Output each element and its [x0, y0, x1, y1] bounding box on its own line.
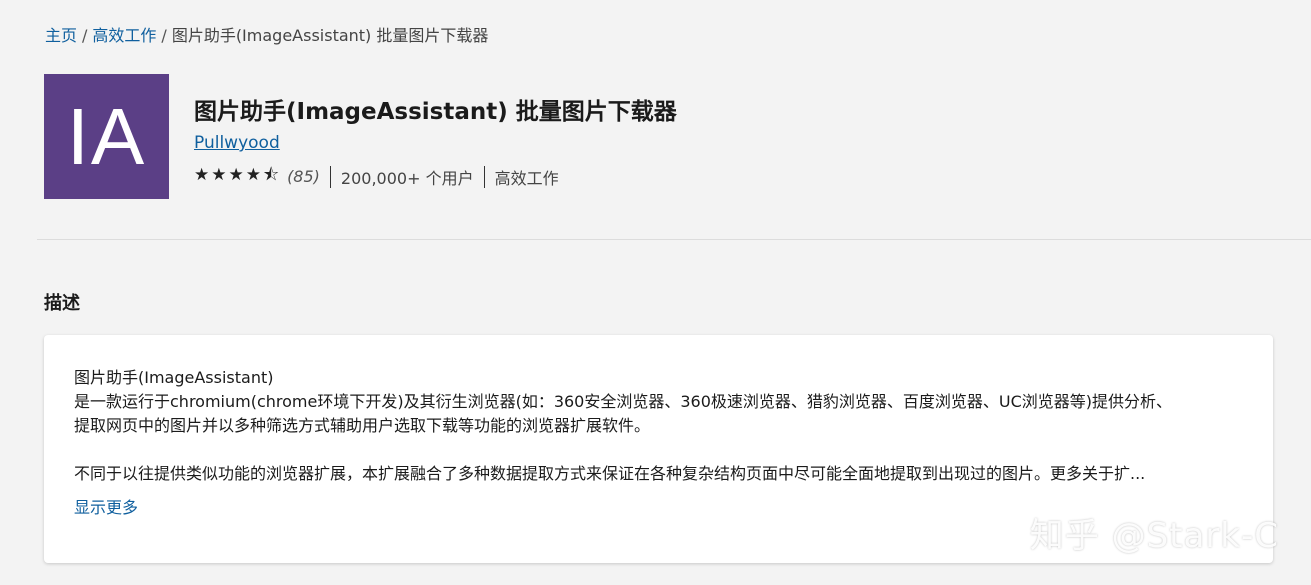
rating-count[interactable]: (85) — [287, 167, 320, 186]
meta-divider — [483, 165, 485, 188]
description-line: 不同于以往提供类似功能的浏览器扩展，本扩展融合了多种数据提取方式来保证在各种复杂… — [74, 464, 1146, 483]
breadcrumb: 主页 / 高效工作 / 图片助手(ImageAssistant) 批量图片下载器 — [45, 22, 488, 46]
meta-divider — [329, 165, 331, 188]
description-line: 是一款运行于chromium(chrome环境下开发)及其衍生浏览器(如：360… — [74, 392, 1173, 411]
header-divider — [37, 239, 1311, 240]
extension-logo-text: IA — [66, 91, 147, 181]
extension-logo: IA — [44, 74, 169, 199]
extension-meta: ★★★★⯪ (85) 200,000+ 个用户 高效工作 — [194, 162, 559, 191]
publisher-link[interactable]: Pullwyood — [194, 133, 280, 153]
show-more-link[interactable]: 显示更多 — [74, 496, 138, 520]
description-heading: 描述 — [44, 293, 80, 314]
watermark: 知乎 @Stark-C — [1029, 516, 1279, 556]
user-count: 200,000+ 个用户 — [340, 168, 474, 188]
description-line: 提取网页中的图片并以多种筛选方式辅助用户选取下载等功能的浏览器扩展软件。 — [74, 416, 651, 435]
extension-title: 图片助手(ImageAssistant) 批量图片下载器 — [194, 99, 677, 125]
breadcrumb-current: 图片助手(ImageAssistant) 批量图片下载器 — [171, 26, 489, 45]
breadcrumb-separator: / — [82, 26, 88, 45]
breadcrumb-separator: / — [161, 26, 167, 45]
description-line: 图片助手(ImageAssistant) — [74, 368, 274, 387]
rating-stars-icon[interactable]: ★★★★⯪ — [194, 162, 281, 191]
breadcrumb-category-link[interactable]: 高效工作 — [92, 26, 156, 45]
category-label: 高效工作 — [494, 168, 559, 188]
breadcrumb-home-link[interactable]: 主页 — [45, 26, 77, 45]
